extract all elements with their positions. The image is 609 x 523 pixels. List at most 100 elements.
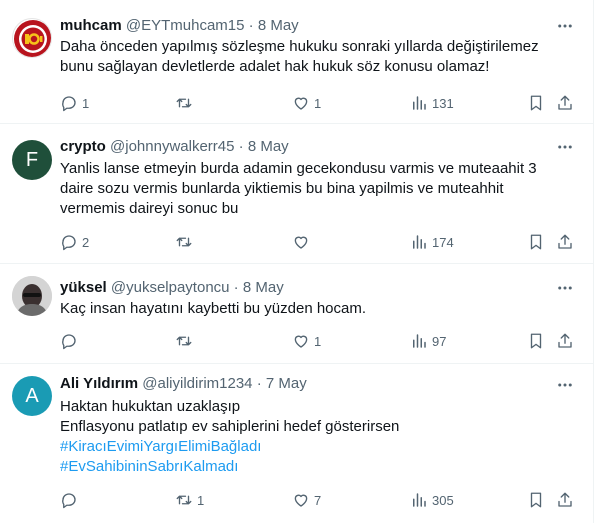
share-button[interactable]	[556, 93, 574, 113]
share-icon	[558, 234, 572, 249]
bookmark-button[interactable]	[527, 490, 545, 510]
retweet-button[interactable]	[175, 331, 197, 351]
like-button[interactable]: 1	[292, 331, 321, 351]
tweet-header: crypto @johnnywalkerr45 · 8 May	[60, 137, 289, 157]
tweet-date[interactable]: 8 May	[248, 138, 289, 155]
tweet-text-line: Kaç insan hayatını kaybetti bu yüzden ho…	[60, 300, 367, 317]
like-button[interactable]: 7	[292, 490, 321, 510]
tweet-muhcam[interactable]: muhcam @EYTmuhcam15 · 8 May Daha önceden…	[0, 0, 594, 124]
display-name[interactable]: yüksel	[60, 279, 107, 296]
like-icon	[294, 335, 308, 348]
like-icon	[294, 494, 308, 507]
avatar[interactable]: A	[12, 376, 52, 416]
reply-icon	[62, 334, 76, 350]
separator-dot: ·	[233, 279, 239, 296]
tweet-header: Ali Yıldırım @aliyildirim1234 · 7 May	[60, 374, 307, 394]
hashtag-link[interactable]: #EvSahibininSabrıKalmadı	[60, 457, 560, 477]
retweet-icon	[176, 495, 192, 505]
profile-photo-icon	[12, 276, 52, 316]
more-icon[interactable]	[556, 138, 574, 156]
views-button[interactable]: 305	[410, 490, 454, 510]
views-icon	[413, 235, 426, 249]
share-button[interactable]	[556, 490, 574, 510]
avatar-initial: A	[25, 384, 39, 407]
tweet-date[interactable]: 8 May	[258, 17, 299, 34]
avatar[interactable]	[12, 276, 52, 316]
share-icon	[558, 333, 572, 348]
retweet-button[interactable]	[175, 93, 197, 113]
user-handle[interactable]: @aliyildirim1234	[142, 375, 252, 392]
display-name[interactable]: crypto	[60, 138, 106, 155]
views-icon	[413, 334, 426, 348]
avatar[interactable]: F	[12, 140, 52, 180]
views-count: 131	[432, 95, 454, 111]
tweet-text-line: daire sozu vermis bunlarda yiktiemis bu …	[60, 180, 504, 197]
views-button[interactable]: 131	[410, 93, 454, 113]
tweet-header: yüksel @yukselpaytoncu · 8 May	[60, 278, 284, 298]
share-button[interactable]	[556, 232, 574, 252]
like-button[interactable]	[292, 232, 314, 252]
separator-dot: ·	[238, 138, 244, 155]
action-bar: 1 7 305	[60, 490, 580, 510]
avatar-initial: F	[25, 148, 39, 171]
separator-dot: ·	[256, 375, 262, 392]
reply-button[interactable]: 2	[60, 232, 89, 252]
tweet-date[interactable]: 7 May	[266, 375, 307, 392]
tweet-text-line: Yanlis lanse etmeyin burda adamin geceko…	[60, 160, 537, 177]
like-icon	[294, 236, 308, 249]
user-handle[interactable]: @yukselpaytoncu	[111, 279, 230, 296]
action-bar: 2 174	[60, 232, 580, 252]
tweet-yuksel[interactable]: yüksel @yukselpaytoncu · 8 May Kaç insan…	[0, 264, 594, 364]
like-count: 1	[314, 333, 322, 349]
tweet-text-line: Enflasyonu patlatıp ev sahiplerini hedef…	[60, 418, 400, 435]
more-icon[interactable]	[556, 279, 574, 297]
like-count: 7	[314, 492, 322, 508]
bookmark-icon	[530, 234, 542, 250]
reply-count: 2	[82, 234, 90, 250]
share-icon	[558, 492, 572, 507]
tweet-header: muhcam @EYTmuhcam15 · 8 May	[60, 16, 299, 36]
bookmark-button[interactable]	[527, 331, 545, 351]
display-name[interactable]: Ali Yıldırım	[60, 375, 138, 392]
bookmark-button[interactable]	[527, 93, 545, 113]
views-count: 174	[432, 234, 454, 250]
retweet-icon	[176, 336, 192, 346]
tweet-ali-yildirim[interactable]: A Ali Yıldırım @aliyildirim1234 · 7 May …	[0, 364, 594, 523]
club-logo-icon	[14, 20, 51, 57]
separator-dot: ·	[248, 17, 254, 34]
retweet-button[interactable]	[175, 232, 197, 252]
action-bar: 1 97	[60, 331, 580, 351]
more-icon[interactable]	[556, 376, 574, 394]
views-icon	[413, 493, 426, 507]
reply-button[interactable]	[60, 490, 82, 510]
like-icon	[294, 97, 308, 110]
tweet-text: Kaç insan hayatını kaybetti bu yüzden ho…	[60, 299, 560, 319]
like-button[interactable]: 1	[292, 93, 321, 113]
tweet-date[interactable]: 8 May	[243, 279, 284, 296]
reply-button[interactable]: 1	[60, 93, 89, 113]
bookmark-icon	[530, 492, 542, 508]
reply-count: 1	[82, 95, 90, 111]
more-icon[interactable]	[556, 17, 574, 35]
like-count: 1	[314, 95, 322, 111]
avatar[interactable]	[12, 18, 52, 58]
views-button[interactable]: 174	[410, 232, 454, 252]
views-button[interactable]: 97	[410, 331, 446, 351]
user-handle[interactable]: @EYTmuhcam15	[126, 17, 245, 34]
bookmark-icon	[530, 333, 542, 349]
display-name[interactable]: muhcam	[60, 17, 122, 34]
reply-button[interactable]	[60, 331, 82, 351]
hashtag-link[interactable]: #KiracıEvimiYargıElimiBağladı	[60, 437, 560, 457]
bookmark-button[interactable]	[527, 232, 545, 252]
views-count: 305	[432, 492, 454, 508]
retweet-button[interactable]: 1	[175, 490, 204, 510]
share-icon	[558, 95, 572, 110]
tweet-crypto[interactable]: F crypto @johnnywalkerr45 · 8 May Yanlis…	[0, 124, 594, 264]
replies-timeline: muhcam @EYTmuhcam15 · 8 May Daha önceden…	[0, 0, 594, 523]
bookmark-icon	[530, 95, 542, 111]
tweet-text-line: Haktan hukuktan uzaklaşıp	[60, 398, 241, 415]
share-button[interactable]	[556, 331, 574, 351]
reply-icon	[62, 96, 76, 112]
retweet-icon	[176, 237, 192, 247]
user-handle[interactable]: @johnnywalkerr45	[110, 138, 234, 155]
